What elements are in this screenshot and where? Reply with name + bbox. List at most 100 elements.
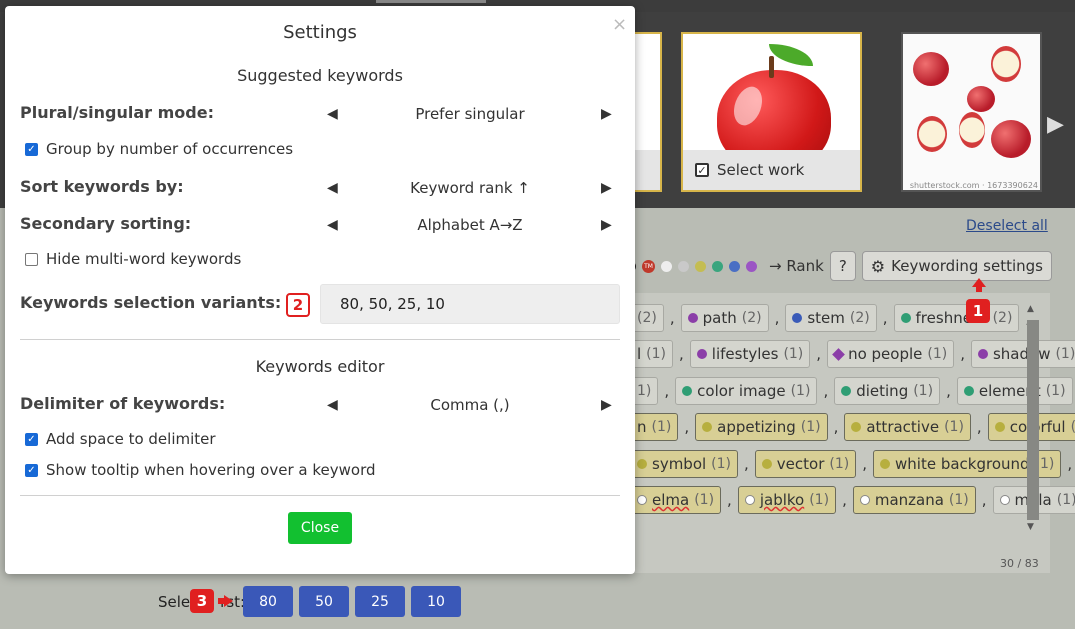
keyword-chip[interactable]: shadow (1) (970, 340, 1075, 368)
keyword-type-dot (880, 459, 890, 469)
keyword-type-dot (999, 495, 1010, 505)
keyword-chip[interactable]: appetizing (1) (695, 413, 828, 441)
select-first-25-button[interactable]: 25 (355, 586, 405, 617)
keyword-chip[interactable]: path (2) (680, 304, 769, 332)
keyword-type-dot (761, 459, 772, 469)
keyword-count: (1) (783, 346, 804, 362)
rank-sort-label[interactable]: → Rank (769, 257, 824, 275)
add-space-row[interactable]: ✓ Add space to delimiter (25, 430, 216, 448)
keyword-text: n (637, 418, 647, 436)
keyword-chip[interactable]: n (1) (630, 413, 679, 441)
secondary-prev-icon[interactable]: ◀ (327, 217, 338, 233)
keyword-chip[interactable]: lifestyles (1) (689, 340, 811, 368)
keyword-chip[interactable]: attractive (1) (844, 413, 971, 441)
keyword-text: dieting (856, 382, 909, 400)
keyword-count: 1) (637, 383, 652, 399)
keyword-separator: , (862, 455, 867, 473)
select-work-label: Select work (717, 161, 805, 179)
thumbnail-apple-photo[interactable]: shutterstock.com · 1673390624 (901, 32, 1042, 192)
legend-dot[interactable] (729, 260, 740, 272)
keyword-row: n(1),appetizing(1),attractive(1),colorfu… (630, 413, 1075, 441)
keywording-settings-label: Keywording settings (891, 257, 1043, 275)
show-tooltip-checkbox[interactable]: ✓ (25, 463, 38, 477)
deselect-all-link[interactable]: Deselect all (966, 218, 1048, 234)
keyword-text: white background (895, 455, 1030, 473)
legend-dot[interactable] (695, 260, 706, 272)
keyword-count: (1) (646, 346, 667, 362)
select-work-checkbox[interactable]: ✓ (695, 163, 709, 177)
plural-mode-value: Prefer singular (415, 105, 525, 123)
select-first-label-head: Sele (158, 593, 191, 611)
hide-multiword-row[interactable]: Hide multi-word keywords (25, 250, 241, 268)
legend-dot[interactable] (712, 260, 723, 272)
delimiter-prev-icon[interactable]: ◀ (327, 397, 338, 413)
delimiter-label: Delimiter of keywords: (20, 394, 226, 413)
keyword-text: elma (652, 491, 690, 509)
plural-next-icon[interactable]: ▶ (601, 106, 612, 122)
keyword-chip[interactable]: manzana (1) (852, 486, 976, 514)
keyword-chip[interactable]: jablko (1) (737, 486, 837, 514)
sort-next-icon[interactable]: ▶ (601, 180, 612, 196)
keyword-chip[interactable]: dieting (1) (834, 377, 941, 405)
legend-dot[interactable] (661, 260, 672, 272)
keyword-count: (1) (927, 346, 948, 362)
keyword-count: (1) (711, 456, 732, 472)
legend-dot[interactable] (746, 260, 757, 272)
keyword-count: (1) (948, 492, 969, 508)
keyword-separator: , (774, 309, 780, 327)
keyword-separator: , (823, 382, 829, 400)
legend-dot[interactable] (678, 260, 689, 272)
sort-keywords-label: Sort keywords by: (20, 177, 184, 196)
close-button[interactable]: Close (288, 512, 352, 544)
delimiter-next-icon[interactable]: ▶ (601, 397, 612, 413)
help-button[interactable]: ? (829, 251, 856, 281)
hide-multiword-checkbox[interactable] (25, 252, 38, 266)
sort-prev-icon[interactable]: ◀ (327, 180, 338, 196)
top-tab[interactable] (376, 0, 486, 3)
keyword-separator: , (727, 491, 732, 509)
selection-variants-input[interactable]: 80, 50, 25, 10 (320, 284, 620, 324)
show-tooltip-row[interactable]: ✓ Show tooltip when hovering over a keyw… (25, 461, 376, 479)
select-first-50-button[interactable]: 50 (299, 586, 349, 617)
keyword-text: symbol (652, 455, 707, 473)
plural-prev-icon[interactable]: ◀ (327, 106, 338, 122)
keyword-type-dot (900, 313, 911, 323)
scroll-up-icon[interactable]: ▲ (1027, 304, 1034, 314)
keyword-chip[interactable]: vector (1) (754, 450, 857, 478)
keyword-chip[interactable]: element (1) (956, 377, 1073, 405)
keyword-count: (1) (809, 492, 830, 508)
secondary-sorting-value: Alphabet A→Z (417, 216, 523, 234)
keyword-text: stem (807, 309, 845, 327)
keywording-settings-button[interactable]: ⚙ Keywording settings (861, 251, 1052, 281)
select-first-10-button[interactable]: 10 (411, 586, 461, 617)
group-occurrences-row[interactable]: ✓ Group by number of occurrences (25, 140, 293, 158)
keyword-type-dot (977, 349, 988, 359)
select-work-bar[interactable]: ✓ Select work (683, 150, 860, 190)
keyword-chip[interactable]: stem (2) (785, 304, 877, 332)
group-occurrences-checkbox[interactable]: ✓ (25, 142, 38, 156)
annotation-badge-1: 1 (966, 299, 990, 323)
thumbnail-apple-illustration[interactable]: ✓ Select work (681, 32, 862, 192)
keyword-chip[interactable]: (2) (630, 304, 664, 332)
keyword-chip[interactable]: no people (1) (827, 340, 955, 368)
keyword-count: (1) (694, 492, 715, 508)
annotation-badge-2: 2 (286, 293, 310, 317)
delimiter-value: Comma (,) (430, 396, 510, 414)
keyword-count: (1) (1071, 419, 1075, 435)
group-occurrences-label: Group by number of occurrences (46, 140, 294, 158)
secondary-next-icon[interactable]: ▶ (601, 217, 612, 233)
keyword-chip[interactable]: elma (1) (630, 486, 722, 514)
keyword-chip[interactable]: color image (1) (675, 377, 818, 405)
keyword-chip[interactable]: freshness (2) (893, 304, 1020, 332)
scroll-down-icon[interactable]: ▼ (1027, 522, 1034, 532)
scrollbar-thumb[interactable] (1027, 320, 1039, 520)
keyword-chip[interactable]: symbol (1) (630, 450, 739, 478)
select-first-80-button[interactable]: 80 (243, 586, 293, 617)
gear-icon: ⚙ (870, 256, 886, 276)
keyword-chip[interactable]: l (1) (630, 340, 674, 368)
add-space-checkbox[interactable]: ✓ (25, 432, 38, 446)
keyword-separator: , (960, 345, 965, 363)
chevron-right-icon[interactable]: ▶ (1047, 112, 1064, 137)
trademark-icon[interactable]: TM (642, 259, 655, 273)
keywords-scrollbar[interactable]: ▲ ▼ (1025, 300, 1041, 532)
